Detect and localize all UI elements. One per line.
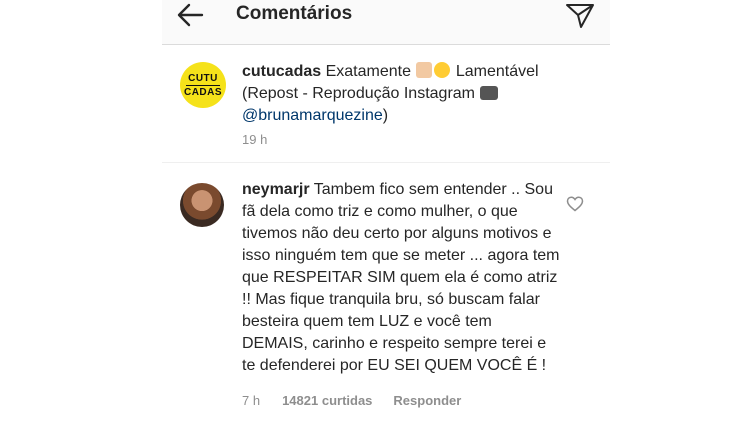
post-caption: CUTU CADAS cutucadas Exatamente Lamentáv… — [162, 45, 610, 163]
caption-text: cutucadas Exatamente Lamentável (Repost … — [242, 61, 597, 127]
arrow-left-icon — [177, 3, 204, 27]
praying-hands-icon — [416, 62, 433, 78]
page-title: Comentários — [236, 3, 353, 24]
send-icon — [566, 4, 594, 28]
header-bar: Comentários — [162, 0, 610, 45]
logo-divider — [186, 84, 220, 86]
caption-time: 19 h — [242, 132, 268, 147]
mention-link[interactable]: @brunamarquezine — [242, 107, 383, 124]
comment-item: neymarjr Tambem fico sem entender .. Sou… — [162, 163, 610, 421]
comment-meta: 7 h 14821 curtidas Responder — [242, 393, 482, 408]
username-link[interactable]: neymarjr — [242, 181, 310, 198]
heart-icon — [566, 196, 584, 212]
send-button[interactable] — [564, 0, 596, 30]
logo-text-2: CADAS — [183, 86, 223, 98]
avatar[interactable] — [180, 183, 224, 227]
comment-text: neymarjr Tambem fico sem entender .. Sou… — [242, 179, 560, 377]
logo-text-1: CUTU — [188, 72, 218, 84]
comment-body: Tambem fico sem entender .. Sou fã dela … — [242, 181, 560, 374]
crying-face-icon — [434, 62, 451, 78]
like-button[interactable] — [566, 195, 584, 213]
comment-time: 7 h — [242, 393, 261, 408]
caption-text-1: Exatamente — [321, 63, 416, 80]
camera-icon — [480, 86, 499, 100]
likes-count[interactable]: 14821 curtidas — [282, 393, 372, 408]
avatar[interactable]: CUTU CADAS — [180, 62, 226, 108]
username-link[interactable]: cutucadas — [242, 63, 321, 80]
reply-button[interactable]: Responder — [393, 393, 461, 408]
caption-text-end: ) — [382, 107, 389, 124]
back-button[interactable] — [172, 0, 208, 32]
